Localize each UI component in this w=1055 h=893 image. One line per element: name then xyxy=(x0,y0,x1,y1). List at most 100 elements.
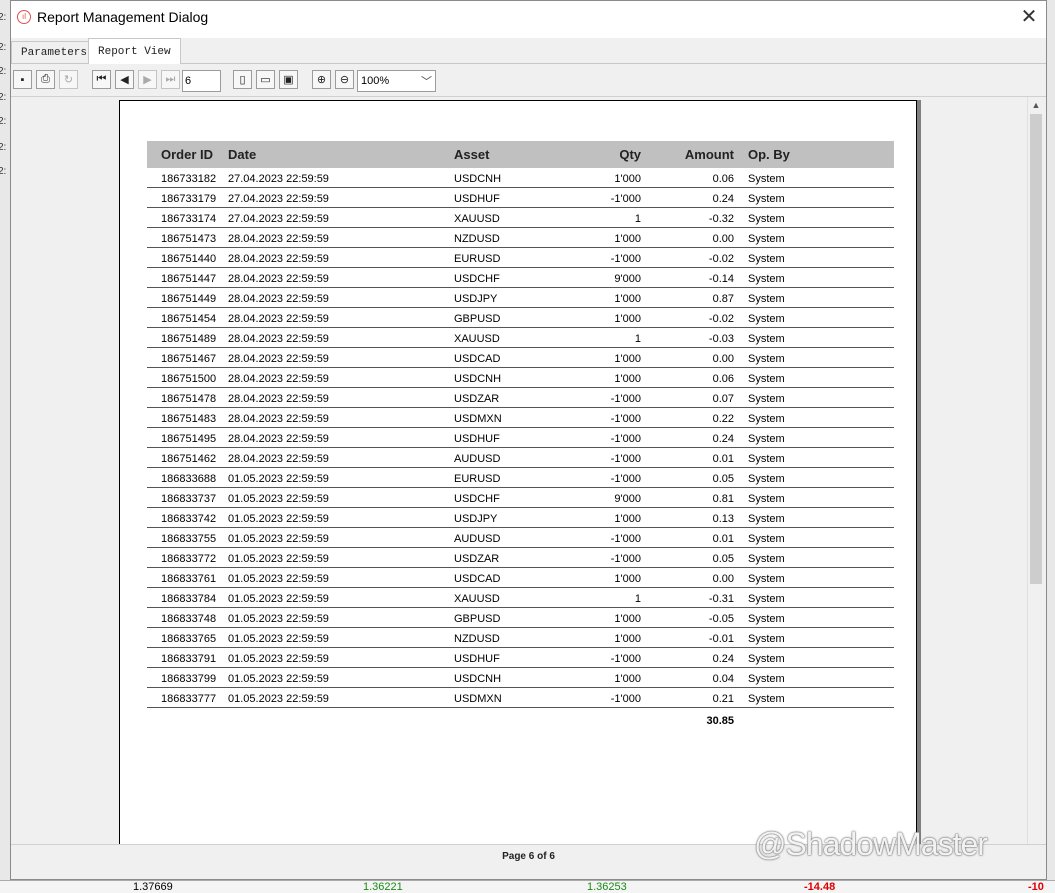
zoom-in-icon: ⊕ xyxy=(316,74,327,86)
zoom-out-button[interactable]: ⊖ xyxy=(335,70,354,89)
printer-icon: ⎙ xyxy=(41,73,50,85)
first-page-icon: ⏮ xyxy=(96,73,107,85)
zoom-value: 100% xyxy=(361,75,390,87)
cell-order-id: 186833765 xyxy=(161,633,217,645)
cell-amount: -0.01 xyxy=(708,633,734,645)
cell-order-id: 186733174 xyxy=(161,213,217,225)
report-viewer: Order ID Date Asset Qty Amount Op. By 18… xyxy=(11,97,1046,845)
cell-op-by: System xyxy=(748,693,785,705)
cell-order-id: 186751483 xyxy=(161,413,217,425)
cell-order-id: 186833688 xyxy=(161,473,217,485)
cell-date: 28.04.2023 22:59:59 xyxy=(228,453,329,465)
cell-amount: 0.06 xyxy=(712,373,734,385)
total-amount: 30.85 xyxy=(706,715,734,727)
cell-date: 01.05.2023 22:59:59 xyxy=(228,673,329,685)
table-row: 186751495 28.04.2023 22:59:59 USDHUF -1'000… xyxy=(147,428,894,448)
next-page-button[interactable]: ▶ xyxy=(138,70,157,89)
scroll-up-icon[interactable]: ▲ xyxy=(1028,97,1044,113)
cell-date: 01.05.2023 22:59:59 xyxy=(228,513,329,525)
cell-asset: GBPUSD xyxy=(454,313,501,325)
cell-op-by: System xyxy=(748,293,785,305)
last-page-button[interactable]: ⏭ xyxy=(161,70,180,89)
zoom-in-button[interactable]: ⊕ xyxy=(312,70,331,89)
table-row: 186833761 01.05.2023 22:59:59 USDCAD 1'000 0… xyxy=(147,568,894,588)
cell-op-by: System xyxy=(748,173,785,185)
report-app-icon: ıl xyxy=(17,9,31,24)
vertical-scroll-thumb[interactable] xyxy=(1030,114,1042,584)
table-row: 186833784 01.05.2023 22:59:59 XAUUSD 1 -0.31… xyxy=(147,588,894,608)
cell-date: 01.05.2023 22:59:59 xyxy=(228,553,329,565)
cell-asset: USDJPY xyxy=(454,293,498,305)
col-op-by: Op. By xyxy=(748,147,790,162)
cell-date: 27.04.2023 22:59:59 xyxy=(228,213,329,225)
table-row: 186833772 01.05.2023 22:59:59 USDZAR -1'000… xyxy=(147,548,894,568)
cell-date: 28.04.2023 22:59:59 xyxy=(228,413,329,425)
save-button[interactable]: ▪ xyxy=(13,70,32,89)
cell-order-id: 186733179 xyxy=(161,193,217,205)
table-row: 186751478 28.04.2023 22:59:59 USDZAR -1'000… xyxy=(147,388,894,408)
save-icon: ▪ xyxy=(20,73,25,86)
print-button[interactable]: ⎙ xyxy=(36,70,55,89)
zoom-select[interactable]: 100% ﹀ xyxy=(357,70,436,92)
table-row: 186751449 28.04.2023 22:59:59 USDJPY 1'000 0… xyxy=(147,288,894,308)
cell-amount: 0.87 xyxy=(712,293,734,305)
cell-order-id: 186751473 xyxy=(161,233,217,245)
cell-op-by: System xyxy=(748,253,785,265)
cell-qty: 1 xyxy=(634,593,641,605)
cell-order-id: 186833784 xyxy=(161,593,217,605)
cell-amount: -0.03 xyxy=(708,333,734,345)
cell-op-by: System xyxy=(748,593,785,605)
table-row: 186833688 01.05.2023 22:59:59 EURUSD -1'000… xyxy=(147,468,894,488)
tab-parameters[interactable]: Parameters xyxy=(11,41,98,63)
cell-order-id: 186751478 xyxy=(161,393,217,405)
table-row: 186733182 27.04.2023 22:59:59 USDCNH 1'000 0… xyxy=(147,168,894,188)
cell-asset: XAUUSD xyxy=(454,593,500,605)
cell-amount: 0.00 xyxy=(712,353,734,365)
cell-amount: 0.01 xyxy=(712,533,734,545)
cell-asset: USDMXN xyxy=(454,693,502,705)
total-row: 30.85 xyxy=(147,715,894,727)
first-page-button[interactable]: ⏮ xyxy=(92,70,111,89)
table-row: 186833737 01.05.2023 22:59:59 USDCHF 9'000 0… xyxy=(147,488,894,508)
table-row: 186833755 01.05.2023 22:59:59 AUDUSD -1'000… xyxy=(147,528,894,548)
previous-page-button[interactable]: ◀ xyxy=(115,70,134,89)
page-number-input[interactable] xyxy=(182,70,221,92)
cell-date: 01.05.2023 22:59:59 xyxy=(228,633,329,645)
cell-amount: 0.24 xyxy=(712,653,734,665)
watermark: @ShadowMaster xyxy=(754,826,988,862)
cell-order-id: 186751489 xyxy=(161,333,217,345)
cell-order-id: 186733182 xyxy=(161,173,217,185)
vertical-scrollbar[interactable]: ▲ xyxy=(1027,97,1044,845)
col-date: Date xyxy=(228,147,257,162)
cell-date: 28.04.2023 22:59:59 xyxy=(228,233,329,245)
cell-date: 28.04.2023 22:59:59 xyxy=(228,273,329,285)
cell-date: 28.04.2023 22:59:59 xyxy=(228,253,329,265)
page-width-button[interactable]: ▭ xyxy=(256,70,275,89)
bg-value: 1.37669 xyxy=(133,881,173,893)
cell-date: 28.04.2023 22:59:59 xyxy=(228,333,329,345)
refresh-icon: ↻ xyxy=(63,74,74,86)
table-row: 186833742 01.05.2023 22:59:59 USDJPY 1'000 0… xyxy=(147,508,894,528)
cell-op-by: System xyxy=(748,193,785,205)
cell-qty: -1'000 xyxy=(610,193,641,205)
refresh-button[interactable]: ↻ xyxy=(59,70,78,89)
cell-op-by: System xyxy=(748,313,785,325)
cell-asset: USDCHF xyxy=(454,493,500,505)
cell-op-by: System xyxy=(748,353,785,365)
cell-order-id: 186833772 xyxy=(161,553,217,565)
whole-page-button[interactable]: ▣ xyxy=(279,70,298,89)
cell-order-id: 186833742 xyxy=(161,513,217,525)
cell-op-by: System xyxy=(748,233,785,245)
close-button[interactable]: ✕ xyxy=(1012,2,1046,32)
cell-date: 28.04.2023 22:59:59 xyxy=(228,313,329,325)
cell-qty: -1'000 xyxy=(610,413,641,425)
cell-amount: 0.04 xyxy=(712,673,734,685)
cell-asset: USDMXN xyxy=(454,413,502,425)
bg-value: -10 xyxy=(1028,881,1044,893)
bg-value: -14.48 xyxy=(804,881,836,893)
cell-amount: 0.00 xyxy=(712,233,734,245)
cell-op-by: System xyxy=(748,553,785,565)
table-row: 186833799 01.05.2023 22:59:59 USDCNH 1'000 0… xyxy=(147,668,894,688)
tab-report-view[interactable]: Report View xyxy=(88,38,181,64)
page-setup-button[interactable]: ▯ xyxy=(233,70,252,89)
